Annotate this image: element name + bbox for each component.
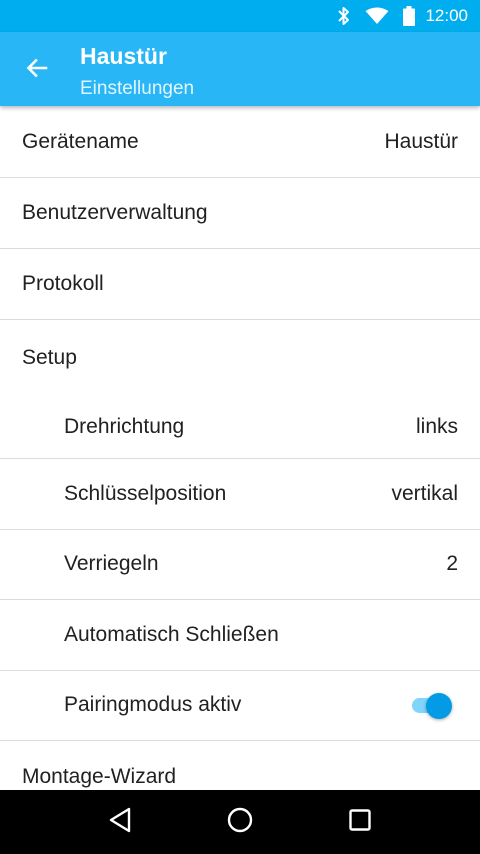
back-button[interactable] (14, 50, 60, 90)
setting-auto-close[interactable]: Automatisch Schließen (0, 600, 480, 671)
setting-value: vertikal (391, 481, 458, 505)
status-bar: 12:00 (0, 0, 480, 32)
setting-value: Haustür (384, 129, 458, 153)
section-label: Setup (22, 345, 77, 369)
app-bar: Haustür Einstellungen (0, 32, 480, 106)
toggle-thumb (426, 693, 452, 720)
setting-label: Drehrichtung (64, 414, 185, 438)
setting-value: 2 (446, 552, 458, 576)
page-title: Haustür (80, 43, 167, 69)
setting-rotation[interactable]: Drehrichtung links (0, 395, 480, 459)
nav-home-button[interactable] (215, 797, 265, 847)
setting-label: Schlüsselposition (64, 481, 227, 505)
back-triangle-icon (108, 807, 132, 838)
setting-label: Protokoll (22, 272, 104, 295)
section-header-setup: Setup (0, 320, 480, 395)
setting-label: Automatisch Schließen (64, 622, 279, 646)
setting-value: links (415, 414, 458, 438)
wifi-icon (365, 7, 389, 25)
setting-label: Montage-Wizard (22, 764, 177, 788)
recents-square-icon (348, 808, 372, 837)
system-nav-bar (0, 790, 480, 854)
page-subtitle: Einstellungen (80, 78, 195, 99)
settings-list[interactable]: Gerätename Haustür Benutzerverwaltung Pr… (0, 106, 480, 790)
setting-pairing-mode[interactable]: Pairingmodus aktiv (0, 671, 480, 741)
status-time: 12:00 (425, 6, 468, 25)
setting-label: Pairingmodus aktiv (64, 693, 242, 717)
setting-lock-turns[interactable]: Verriegeln 2 (0, 530, 480, 600)
setting-key-position[interactable]: Schlüsselposition vertikal (0, 459, 480, 530)
setting-device-name[interactable]: Gerätename Haustür (0, 106, 480, 178)
setting-user-management[interactable]: Benutzerverwaltung (0, 178, 480, 249)
battery-icon (403, 6, 416, 26)
bluetooth-icon (337, 6, 351, 26)
home-circle-icon (226, 806, 254, 839)
nav-recents-button[interactable] (335, 797, 385, 847)
arrow-back-icon (25, 56, 49, 85)
setting-label: Gerätename (22, 129, 139, 153)
setting-wizard[interactable]: Montage-Wizard (0, 741, 480, 790)
nav-back-button[interactable] (95, 797, 145, 847)
pairing-mode-toggle[interactable] (410, 693, 454, 720)
setting-log[interactable]: Protokoll (0, 249, 480, 320)
setting-label: Verriegeln (64, 552, 159, 576)
setting-label: Benutzerverwaltung (22, 201, 208, 224)
